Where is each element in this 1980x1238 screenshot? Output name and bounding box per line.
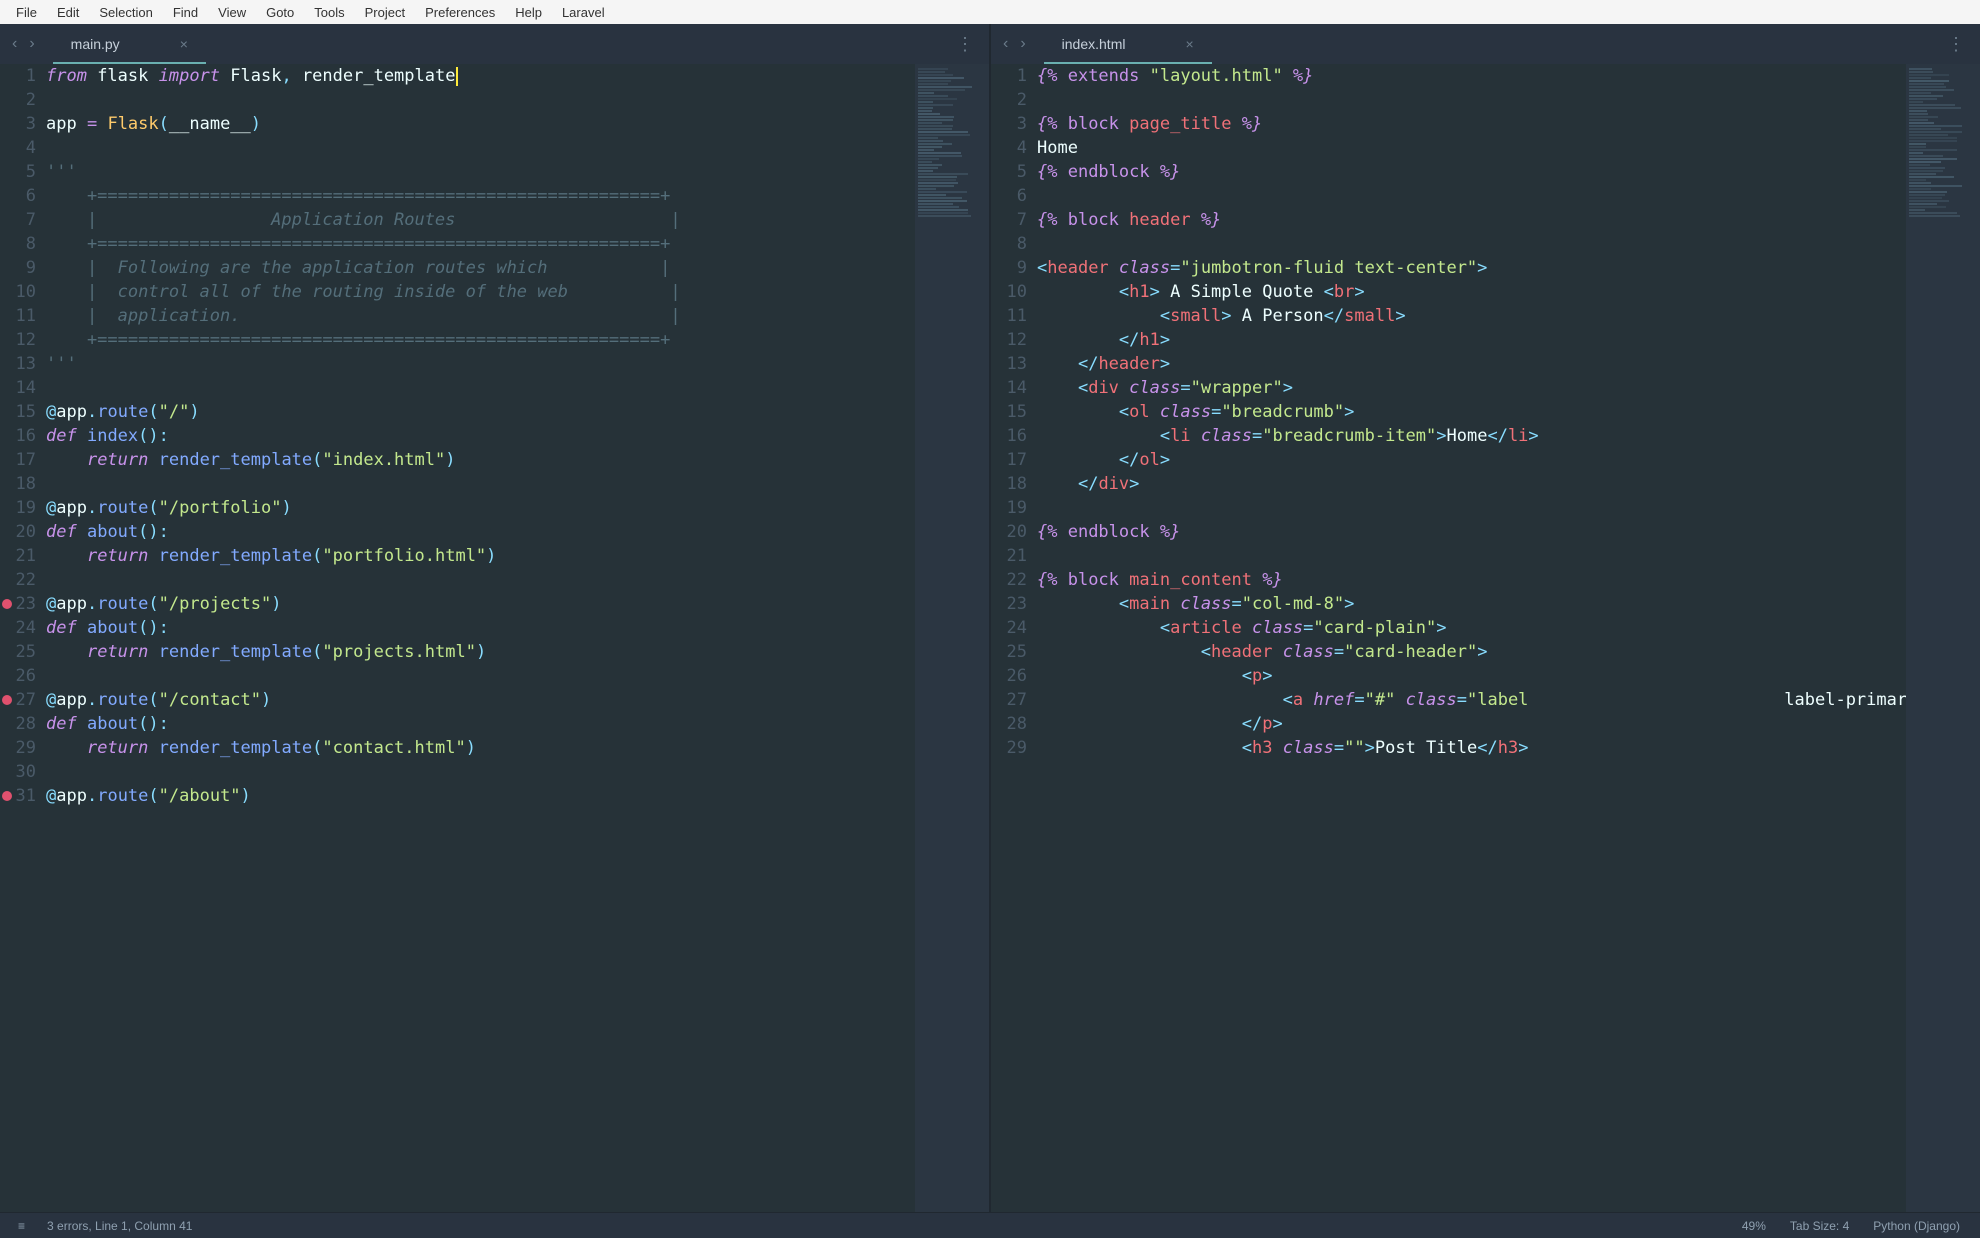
menu-edit[interactable]: Edit bbox=[47, 3, 89, 22]
nav-back-icon[interactable]: ‹ bbox=[997, 31, 1014, 57]
right-pane: ‹ › index.html × ⋮ 123456789101112131415… bbox=[991, 24, 1980, 1212]
menu-preferences[interactable]: Preferences bbox=[415, 3, 505, 22]
menu-file[interactable]: File bbox=[6, 3, 47, 22]
right-editor[interactable]: 1234567891011121314151617181920212223242… bbox=[991, 64, 1980, 1212]
tab-index-html[interactable]: index.html × bbox=[1044, 24, 1212, 64]
nav-back-icon[interactable]: ‹ bbox=[6, 31, 23, 57]
menu-goto[interactable]: Goto bbox=[256, 3, 304, 22]
status-errors[interactable]: 3 errors, Line 1, Column 41 bbox=[35, 1219, 204, 1233]
status-bar: ≡ 3 errors, Line 1, Column 41 49% Tab Si… bbox=[0, 1212, 1980, 1238]
tab-label: main.py bbox=[71, 36, 120, 52]
status-syntax[interactable]: Python (Django) bbox=[1861, 1219, 1972, 1233]
left-minimap[interactable] bbox=[915, 64, 989, 1212]
menu-tools[interactable]: Tools bbox=[304, 3, 354, 22]
right-gutter[interactable]: 1234567891011121314151617181920212223242… bbox=[991, 64, 1037, 1212]
left-code[interactable]: from flask import Flask, render_template… bbox=[46, 64, 915, 1212]
right-tabbar: ‹ › index.html × ⋮ bbox=[991, 24, 1980, 64]
close-icon[interactable]: × bbox=[180, 36, 188, 52]
more-icon[interactable]: ⋮ bbox=[1937, 30, 1974, 59]
left-tabbar: ‹ › main.py × ⋮ bbox=[0, 24, 989, 64]
status-tabsize[interactable]: Tab Size: 4 bbox=[1778, 1219, 1861, 1233]
editor-split: ‹ › main.py × ⋮ 123456789101112131415161… bbox=[0, 24, 1980, 1212]
menu-find[interactable]: Find bbox=[163, 3, 208, 22]
right-minimap[interactable] bbox=[1906, 64, 1980, 1212]
tab-label: index.html bbox=[1062, 36, 1126, 52]
left-pane: ‹ › main.py × ⋮ 123456789101112131415161… bbox=[0, 24, 989, 1212]
status-zoom[interactable]: 49% bbox=[1730, 1219, 1778, 1233]
left-editor[interactable]: 1234567891011121314151617181920212223242… bbox=[0, 64, 989, 1212]
nav-forward-icon[interactable]: › bbox=[1014, 31, 1031, 57]
tab-main-py[interactable]: main.py × bbox=[53, 24, 206, 64]
right-code[interactable]: {% extends "layout.html" %}{% block page… bbox=[1037, 64, 1906, 1212]
nav-forward-icon[interactable]: › bbox=[23, 31, 40, 57]
menu-project[interactable]: Project bbox=[355, 3, 415, 22]
menu-icon[interactable]: ≡ bbox=[8, 1219, 35, 1233]
menu-view[interactable]: View bbox=[208, 3, 256, 22]
menu-bar: FileEditSelectionFindViewGotoToolsProjec… bbox=[0, 0, 1980, 24]
close-icon[interactable]: × bbox=[1185, 36, 1193, 52]
menu-selection[interactable]: Selection bbox=[89, 3, 162, 22]
more-icon[interactable]: ⋮ bbox=[946, 30, 983, 59]
left-gutter[interactable]: 1234567891011121314151617181920212223242… bbox=[0, 64, 46, 1212]
menu-laravel[interactable]: Laravel bbox=[552, 3, 615, 22]
menu-help[interactable]: Help bbox=[505, 3, 552, 22]
